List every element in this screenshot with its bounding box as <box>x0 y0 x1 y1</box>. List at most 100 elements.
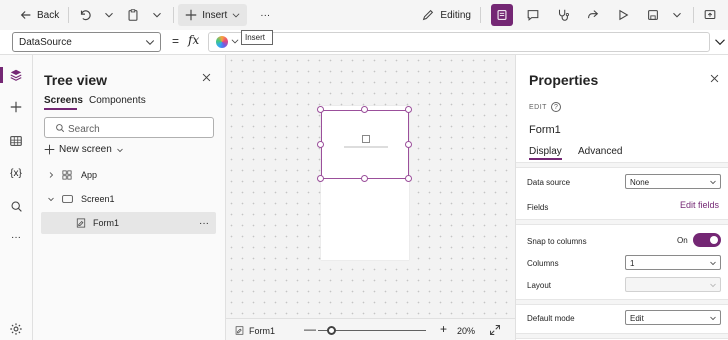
resize-handle[interactable] <box>405 106 412 113</box>
tree-view-pane: Tree view Screens Components Search New … <box>33 55 226 340</box>
resize-handle[interactable] <box>317 141 324 148</box>
undo-button[interactable] <box>73 4 97 26</box>
zoom-slider-thumb[interactable] <box>327 326 336 335</box>
chevron-down-icon <box>153 12 162 18</box>
chevron-down-icon[interactable] <box>230 36 240 46</box>
tree-search-input[interactable]: Search <box>44 117 214 138</box>
zoom-in-button[interactable]: + <box>440 322 447 336</box>
tab-display[interactable]: Display <box>529 146 562 157</box>
command-bar: Back Insert ··· Editing <box>0 0 728 30</box>
settings-gear-icon[interactable] <box>8 321 24 337</box>
data-table-icon[interactable] <box>8 133 24 149</box>
snap-to-columns-toggle[interactable] <box>693 233 721 247</box>
screen-icon <box>62 195 73 203</box>
search-icon[interactable] <box>8 198 24 214</box>
selected-control-breadcrumb[interactable]: Form1 <box>249 326 275 336</box>
close-icon[interactable] <box>709 73 720 84</box>
more-icon[interactable]: ··· <box>8 229 24 245</box>
pencil-icon <box>423 9 434 21</box>
canvas-status-bar: Form1 — + 20% <box>226 318 515 340</box>
section-divider <box>516 162 728 168</box>
save-icon <box>648 10 658 20</box>
variables-icon[interactable]: {x} <box>8 165 24 181</box>
tree-view-title: Tree view <box>44 72 108 88</box>
tab-components[interactable]: Components <box>89 95 146 106</box>
plus-icon <box>185 9 197 21</box>
new-screen-button[interactable]: New screen <box>44 144 124 155</box>
active-indicator <box>0 67 3 83</box>
preview-button[interactable] <box>611 4 635 26</box>
insert-plus-icon[interactable] <box>8 99 24 115</box>
zoom-out-button[interactable]: — <box>304 322 316 336</box>
tree-item-screen1[interactable]: Screen1 <box>33 188 226 210</box>
property-dropdown[interactable]: DataSource <box>12 32 161 52</box>
paste-button[interactable] <box>121 4 145 26</box>
chevron-down-icon <box>48 197 54 202</box>
default-mode-label: Default mode <box>527 314 575 323</box>
default-mode-dropdown[interactable]: Edit <box>625 310 721 325</box>
default-mode-value: Edit <box>630 314 644 323</box>
formula-input[interactable] <box>208 32 710 52</box>
chevron-down-icon <box>710 180 716 185</box>
search-placeholder: Search <box>68 124 100 135</box>
app-checker-panel-button[interactable] <box>491 4 513 26</box>
form1-control[interactable] <box>321 110 409 179</box>
app-panel-icon <box>497 10 507 20</box>
control-name[interactable]: Form1 <box>529 124 561 136</box>
section-divider <box>516 299 728 305</box>
data-source-dropdown[interactable]: None <box>625 174 721 189</box>
chevron-down-icon <box>710 261 716 266</box>
resize-handle[interactable] <box>317 106 324 113</box>
snap-toggle-state: On <box>677 236 688 245</box>
tree-item-label: Form1 <box>93 218 120 228</box>
fields-label: Fields <box>527 203 549 212</box>
tree-item-form1[interactable]: Form1 ··· <box>41 212 216 234</box>
tab-advanced[interactable]: Advanced <box>578 146 622 157</box>
fit-to-window-icon[interactable] <box>489 324 501 336</box>
new-screen-label: New screen <box>59 144 112 155</box>
insert-button[interactable]: Insert <box>178 4 248 26</box>
editing-mode-button[interactable]: Editing <box>416 4 476 26</box>
save-button[interactable] <box>641 4 665 26</box>
expand-formula-chevron-icon[interactable] <box>714 36 726 48</box>
resize-handle[interactable] <box>361 106 368 113</box>
undo-menu-button[interactable] <box>97 4 121 26</box>
chevron-down-icon <box>710 283 716 288</box>
comment-icon <box>527 10 539 21</box>
toolbar-divider <box>68 7 70 23</box>
help-icon[interactable]: ? <box>551 102 561 112</box>
app-checker-button[interactable] <box>551 4 575 26</box>
share-button[interactable] <box>581 4 605 26</box>
tab-screens[interactable]: Screens <box>44 95 83 106</box>
tree-view-layers-icon[interactable] <box>8 67 24 83</box>
chevron-down-icon <box>105 12 114 18</box>
save-menu-button[interactable] <box>665 4 689 26</box>
copilot-icon[interactable] <box>216 36 228 48</box>
comments-button[interactable] <box>521 4 545 26</box>
resize-handle[interactable] <box>405 175 412 182</box>
left-app-rail: {x} ··· <box>0 55 33 340</box>
more-commands-button[interactable]: ··· <box>255 4 275 26</box>
form-placeholder-text-line <box>344 146 388 148</box>
toolbar-divider <box>173 7 175 23</box>
close-icon[interactable] <box>201 72 212 83</box>
resize-handle[interactable] <box>405 141 412 148</box>
active-tab-underline <box>529 158 562 160</box>
design-canvas[interactable] <box>226 55 515 318</box>
toolbar-divider <box>480 7 481 23</box>
paste-menu-button[interactable] <box>145 4 169 26</box>
chevron-down-icon <box>673 12 681 18</box>
resize-handle[interactable] <box>361 175 368 182</box>
play-icon <box>619 9 629 21</box>
plus-icon <box>44 144 55 155</box>
layout-label: Layout <box>527 281 552 290</box>
resize-handle[interactable] <box>317 175 324 182</box>
back-button[interactable]: Back <box>14 4 64 26</box>
tree-item-app[interactable]: App <box>33 164 226 186</box>
more-options-icon[interactable]: ··· <box>199 218 209 229</box>
publish-button[interactable] <box>698 4 722 26</box>
zoom-level: 20% <box>457 326 476 336</box>
edit-fields-link[interactable]: Edit fields <box>680 200 719 210</box>
columns-dropdown[interactable]: 1 <box>625 255 721 270</box>
publish-icon <box>704 10 716 20</box>
